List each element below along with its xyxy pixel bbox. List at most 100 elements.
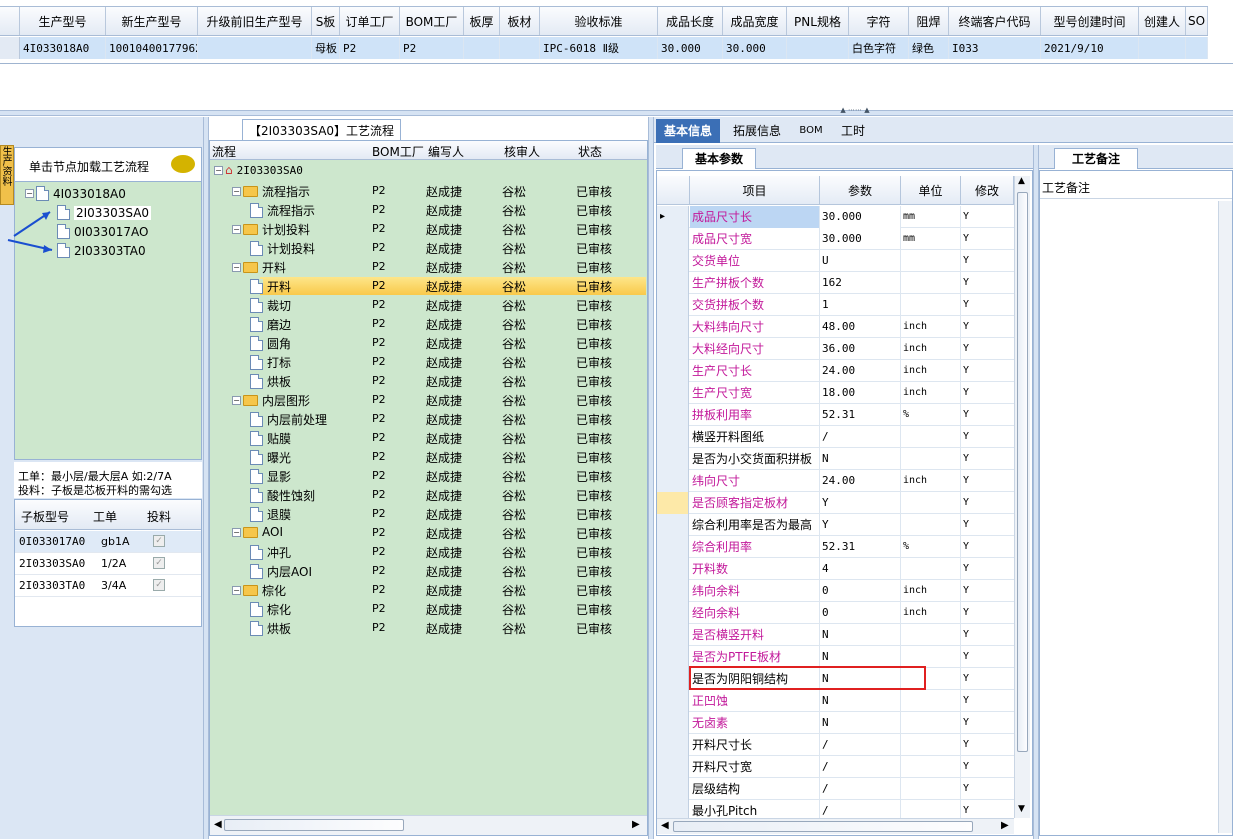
params-row[interactable]: 正凹蚀 N Y <box>657 690 1014 712</box>
param-value[interactable]: N <box>820 646 901 668</box>
param-value[interactable]: 162 <box>820 272 901 294</box>
scroll-left-icon[interactable]: ◀ <box>214 819 222 830</box>
param-item[interactable]: 纬向余料 <box>690 580 820 602</box>
process-name[interactable]: 开料 <box>267 278 291 295</box>
process-node[interactable]: 流程指示 <box>250 202 315 219</box>
params-row[interactable]: 综合利用率是否为最高 Y Y <box>657 514 1014 536</box>
param-value[interactable]: N <box>820 690 901 712</box>
params-row[interactable]: 是否顾客指定板材 Y Y <box>657 492 1014 514</box>
column-header[interactable]: 型号创建时间 <box>1041 7 1139 35</box>
right-tab[interactable]: BOM <box>794 119 828 143</box>
column-header[interactable]: 验收标准 <box>540 7 658 35</box>
tab-basic-params[interactable]: 基本参数 <box>682 148 756 169</box>
params-row[interactable]: 开料数 4 Y <box>657 558 1014 580</box>
hscroll-thumb[interactable] <box>673 821 973 832</box>
param-value[interactable]: 30.000 <box>820 228 901 250</box>
process-node[interactable]: 打标 <box>250 354 291 371</box>
process-name[interactable]: 内层图形 <box>262 392 310 409</box>
process-name[interactable]: 曝光 <box>267 449 291 466</box>
right-tab[interactable]: 基本信息 <box>656 119 720 143</box>
tree-node[interactable]: 2I03303TA0 <box>57 243 146 258</box>
params-row[interactable]: 生产拼板个数 162 Y <box>657 272 1014 294</box>
column-header[interactable]: 成品宽度 <box>723 7 787 35</box>
feed-checkbox[interactable]: ✓ <box>153 579 165 591</box>
grid-cell[interactable]: 4I033018A0 <box>20 37 106 59</box>
param-value[interactable]: / <box>820 778 901 800</box>
top-grid-row[interactable]: 4I033018A0 10010400177962 母板 P2 P2 IPC-6018 Ⅱ… <box>0 37 1208 59</box>
middle-vsplitter[interactable] <box>648 117 654 839</box>
hscroll-right-icon[interactable]: ▶ <box>1001 820 1009 831</box>
param-item[interactable]: 交货拼板个数 <box>690 294 820 316</box>
scroll-right-icon[interactable]: ▶ <box>632 819 640 830</box>
sub-model-cell[interactable]: 2I03303TA0 <box>19 579 85 592</box>
param-item[interactable]: 横竖开料图纸 <box>690 426 820 448</box>
grid-cell[interactable]: 绿色 <box>909 37 949 59</box>
tab-remarks[interactable]: 工艺备注 <box>1054 148 1138 169</box>
collapse-icon[interactable]: − <box>232 586 241 595</box>
process-node[interactable]: 开料 <box>250 278 291 295</box>
right-tab[interactable]: 工时 <box>834 119 872 143</box>
process-name[interactable]: 贴膜 <box>267 430 291 447</box>
process-node[interactable]: 酸性蚀刻 <box>250 487 315 504</box>
process-name[interactable]: 退膜 <box>267 506 291 523</box>
grid-cell[interactable] <box>787 37 849 59</box>
sub-order-cell[interactable]: gb1A <box>101 535 130 548</box>
params-row[interactable]: 是否横竖开料 N Y <box>657 624 1014 646</box>
grid-cell[interactable]: 10010400177962 <box>106 37 198 59</box>
param-item[interactable]: 综合利用率 <box>690 536 820 558</box>
process-name[interactable]: 烘板 <box>267 620 291 637</box>
params-row[interactable]: 经向余料 0 inch Y <box>657 602 1014 624</box>
param-item[interactable]: 正凹蚀 <box>690 690 820 712</box>
param-item[interactable]: 大料纬向尺寸 <box>690 316 820 338</box>
scroll-down-icon[interactable]: ▼ <box>1018 804 1025 814</box>
params-row[interactable]: 开料尺寸宽 / Y <box>657 756 1014 778</box>
grid-cell[interactable]: 白色字符 <box>849 37 909 59</box>
process-name[interactable]: 裁切 <box>267 297 291 314</box>
params-row[interactable]: 成品尺寸宽 30.000 mm Y <box>657 228 1014 250</box>
remarks-textarea[interactable] <box>1040 201 1218 831</box>
right-tab[interactable]: 拓展信息 <box>726 119 788 143</box>
grid-cell[interactable]: 2021/9/10 <box>1041 37 1139 59</box>
grid-cell[interactable]: IPC-6018 Ⅱ级 <box>540 37 658 59</box>
process-node[interactable]: − 计划投料 <box>232 221 310 238</box>
param-item[interactable]: 交货单位 <box>690 250 820 272</box>
process-name[interactable]: 棕化 <box>262 582 286 599</box>
params-row[interactable]: 纬向尺寸 24.00 inch Y <box>657 470 1014 492</box>
param-value[interactable]: 24.00 <box>820 360 901 382</box>
param-value[interactable]: 0 <box>820 580 901 602</box>
param-item[interactable]: 开料尺寸宽 <box>690 756 820 778</box>
param-value[interactable]: N <box>820 448 901 470</box>
scroll-up-icon[interactable]: ▲ <box>1018 176 1025 186</box>
collapse-icon[interactable]: − <box>214 165 223 175</box>
param-item[interactable]: 开料数 <box>690 558 820 580</box>
params-row[interactable]: 拼板利用率 52.31% Y <box>657 404 1014 426</box>
params-row[interactable]: 大料经向尺寸 36.00 inch Y <box>657 338 1014 360</box>
process-name[interactable]: 流程指示 <box>262 183 310 200</box>
params-row[interactable]: ▸ 成品尺寸长 30.000 mm Y <box>657 206 1014 228</box>
process-root-node[interactable]: − ⌂ 2I03303SA0 <box>214 163 303 177</box>
remarks-vscrollbar[interactable] <box>1218 201 1232 833</box>
column-header[interactable]: 字符 <box>849 7 909 35</box>
param-value[interactable]: Y <box>820 492 901 514</box>
process-name[interactable]: 烘板 <box>267 373 291 390</box>
sub-grid-row[interactable]: 0I033017A0 gb1A ✓ <box>15 531 201 553</box>
process-name[interactable]: 显影 <box>267 468 291 485</box>
param-item[interactable]: 生产拼板个数 <box>690 272 820 294</box>
tree-node-label[interactable]: 2I03303SA0 <box>74 205 152 220</box>
process-node[interactable]: 贴膜 <box>250 430 291 447</box>
param-item[interactable]: 生产尺寸长 <box>690 360 820 382</box>
param-value[interactable]: 36.00 <box>820 338 901 360</box>
process-node[interactable]: − 开料 <box>232 259 286 276</box>
sub-grid-row[interactable]: 2I03303TA0 3/4A ✓ <box>15 575 201 597</box>
process-name[interactable]: 流程指示 <box>267 202 315 219</box>
grid-cell[interactable]: 母板 <box>312 37 340 59</box>
column-header[interactable]: 升级前旧生产型号 <box>198 7 312 35</box>
process-node[interactable]: − 棕化 <box>232 582 286 599</box>
tree-node-label[interactable]: 4I033018A0 <box>53 187 126 201</box>
grid-cell[interactable] <box>500 37 540 59</box>
column-header[interactable]: 新生产型号 <box>106 7 198 35</box>
process-name[interactable]: 冲孔 <box>267 544 291 561</box>
collapse-icon[interactable]: − <box>25 189 34 198</box>
column-header[interactable]: 创建人 <box>1139 7 1186 35</box>
collapse-icon[interactable]: − <box>232 225 241 234</box>
